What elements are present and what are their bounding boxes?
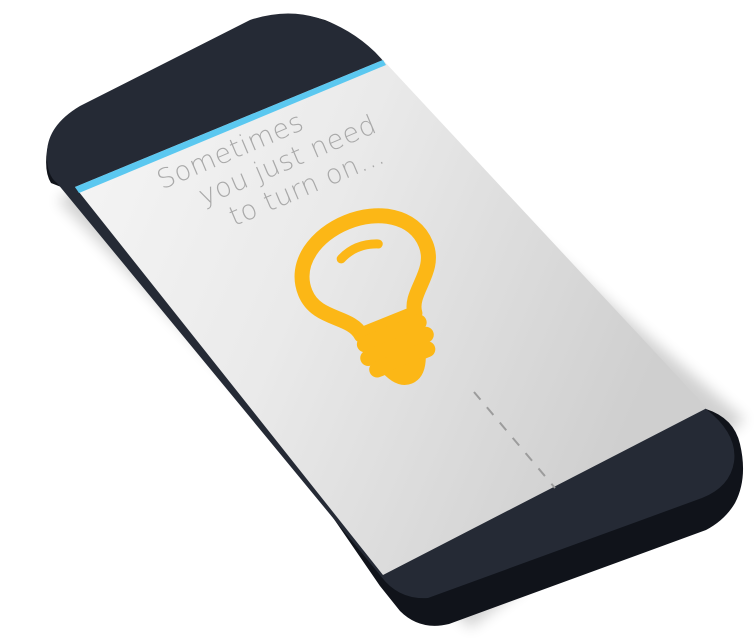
phone-mockup: Sometimes you just need to turn on...	[46, 13, 745, 628]
